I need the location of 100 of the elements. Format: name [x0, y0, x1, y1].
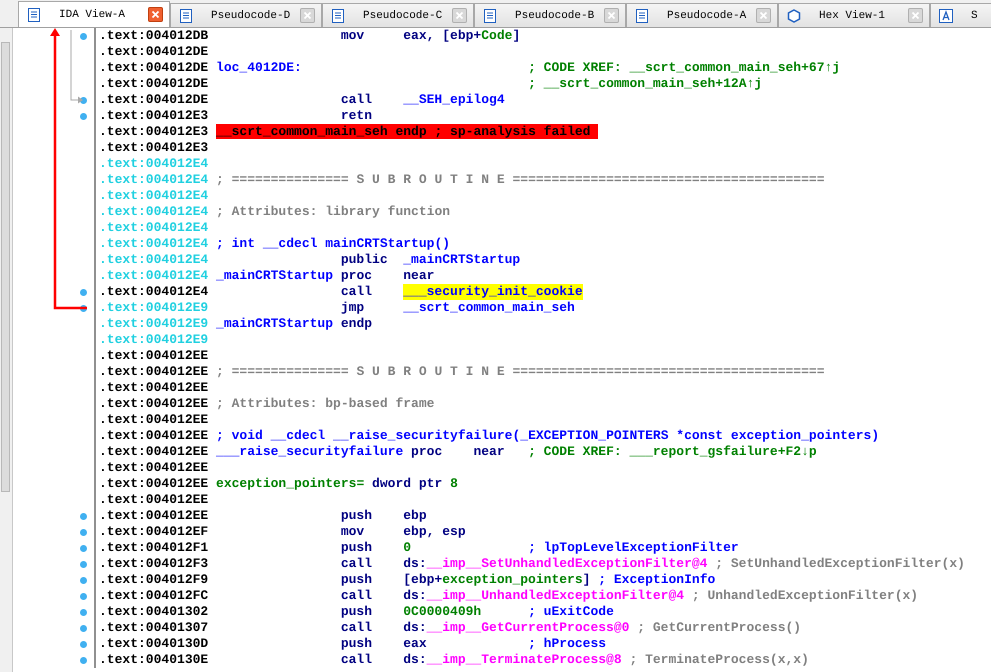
xref-comment: ; CODE XREF: __scrt_common_main_seh+67↑j: [528, 60, 840, 76]
import-name: __imp__UnhandledExceptionFilter@4: [426, 588, 684, 604]
mnemonic-text: endp: [340, 316, 374, 332]
comment-text: ; ExceptionInfo: [598, 572, 716, 588]
document-icon: [483, 8, 497, 22]
address-text: .text:004012F9: [99, 572, 208, 588]
number-literal: 0: [403, 540, 412, 556]
address-text: .text:004012E4: [99, 236, 208, 252]
close-button[interactable]: [300, 8, 315, 23]
mnemonic-text: call: [340, 620, 374, 636]
tab[interactable]: Pseudocode-A: [626, 3, 778, 27]
scrollbar[interactable]: [0, 28, 13, 672]
address-text: .text:004012EE: [99, 380, 208, 396]
operand-text: ds:: [403, 588, 427, 604]
comment-text: ; Attributes: library function: [216, 204, 450, 220]
address-text: .text:004012EE: [99, 476, 208, 492]
comment-text: ; GetCurrentProcess(): [637, 620, 802, 636]
mnemonic-text: push: [340, 636, 374, 652]
address-text: .text:004012E4: [99, 156, 208, 172]
variable-name: exception_pointers: [442, 572, 583, 588]
comment-text: ; uExitCode: [528, 604, 614, 620]
address-text: .text:004012E4: [99, 252, 208, 268]
operand-text: eax: [403, 636, 427, 652]
mnemonic-text: dword ptr: [372, 476, 442, 492]
tab[interactable]: Pseudocode-D: [170, 3, 322, 27]
close-button[interactable]: [604, 8, 619, 23]
comment-text: ; Attributes: bp-based frame: [216, 396, 434, 412]
xref-comment: ; __scrt_common_main_seh+12A↑j: [528, 76, 762, 92]
mnemonic-text: call: [340, 588, 374, 604]
comment-text: ; lpTopLevelExceptionFilter: [528, 540, 739, 556]
address-text: .text:004012DB: [99, 28, 208, 44]
tab[interactable]: S: [930, 3, 991, 27]
number-literal: 0C0000409h: [403, 604, 482, 620]
address-text: .text:004012E4: [99, 204, 208, 220]
address-text: .text:004012DE: [99, 60, 208, 76]
import-name: __imp__SetUnhandledExceptionFilter@4: [426, 556, 708, 572]
operand-text: ]: [512, 28, 520, 44]
mnemonic-text: jmp: [340, 300, 366, 316]
number-literal: 8: [450, 476, 458, 492]
mnemonic-text: proc: [411, 444, 444, 460]
close-button[interactable]: [148, 7, 163, 22]
close-button[interactable]: [908, 8, 923, 23]
tab[interactable]: Hex View-1: [778, 3, 930, 27]
hexagon-icon: [787, 8, 801, 22]
address-text: .text:004012E4: [99, 172, 208, 188]
address-text: .text:004012EE: [99, 364, 208, 380]
close-button[interactable]: [452, 8, 467, 23]
mnemonic-text: push: [340, 540, 374, 556]
tab[interactable]: Pseudocode-C: [322, 3, 474, 27]
address-text: .text:004012FC: [99, 588, 208, 604]
address-text: .text:004012EE: [99, 492, 208, 508]
import-name: __imp__GetCurrentProcess@0: [426, 620, 630, 636]
address-text: .text:004012DE: [99, 92, 208, 108]
address-text: .text:004012EE: [99, 460, 208, 476]
mnemonic-text: call: [340, 284, 374, 300]
operand-text: ]: [582, 572, 590, 588]
address-text: .text:004012EE: [99, 508, 208, 524]
address-text: .text:004012E4: [99, 220, 208, 236]
address-text: .text:004012E3: [99, 124, 208, 140]
document-icon: [179, 8, 193, 22]
tab[interactable]: Pseudocode-B: [474, 3, 626, 27]
tab[interactable]: IDA View-A: [18, 1, 170, 27]
address-text: .text:004012E9: [99, 300, 208, 316]
address-text: .text:004012E9: [99, 332, 208, 348]
mnemonic-text: mov: [340, 28, 366, 44]
mnemonic-text: public: [340, 252, 389, 268]
address-text: .text:004012EF: [99, 524, 208, 540]
document-icon: [27, 8, 41, 22]
close-button[interactable]: [756, 8, 771, 23]
code-label: _mainCRTStartup: [216, 316, 334, 331]
address-text: .text:004012E9: [99, 316, 208, 332]
operand-text: [ebp+: [403, 572, 442, 588]
symbol-name: __SEH_epilog4: [403, 92, 505, 108]
mnemonic-text: proc: [340, 268, 374, 284]
address-text: .text:004012E3: [99, 140, 208, 156]
mnemonic-text: retn: [340, 108, 374, 124]
operand-text: eax, [ebp+: [403, 28, 482, 44]
mnemonic-text: call: [340, 92, 374, 108]
symbol-name: _mainCRTStartup: [403, 252, 520, 268]
operand-text: ds:: [403, 620, 427, 636]
comment-text: ; void __cdecl __raise_securityfailure(_EXCEPTION_POINTERS *const exception_pointers): [216, 428, 880, 444]
structure-icon: [939, 8, 953, 22]
comment-text: ; =============== S U B R O U T I N E ========================================: [216, 364, 825, 380]
operand-text: ebp, esp: [403, 524, 466, 540]
close-icon: [455, 11, 464, 20]
highlighted-symbol: ___security_init_cookie: [403, 284, 583, 300]
xref-comment: ; CODE XREF: ___report_gsfailure+F2↓p: [528, 444, 817, 460]
close-icon: [759, 11, 768, 20]
import-name: __imp__TerminateProcess@8: [426, 652, 622, 668]
variable-name: exception_pointers=: [216, 476, 364, 491]
address-text: .text:004012EE: [99, 396, 208, 412]
address-text: .text:004012F1: [99, 540, 208, 556]
close-icon: [607, 11, 616, 20]
address-text: .text:004012E4: [99, 268, 208, 284]
close-icon: [911, 11, 920, 20]
address-text: .text:004012EE: [99, 444, 208, 460]
comment-text: ; SetUnhandledExceptionFilter(x): [715, 556, 965, 572]
mnemonic-text: push: [340, 508, 374, 524]
document-icon: [331, 8, 345, 22]
address-text: .text:0040130D: [99, 636, 208, 652]
